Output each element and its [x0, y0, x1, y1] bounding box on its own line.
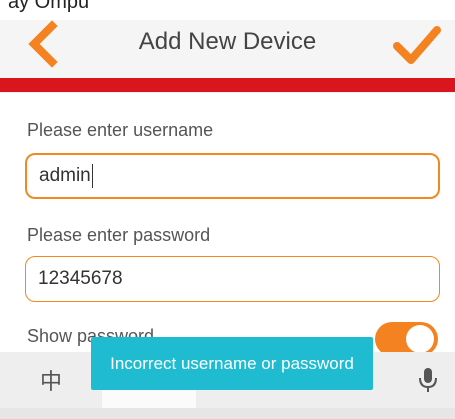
microphone-icon: [418, 368, 437, 392]
microphone-button[interactable]: [400, 352, 455, 408]
app-bar: ay Ompu Add New Device: [0, 0, 455, 92]
keyboard-key-chinese[interactable]: 中: [0, 352, 102, 408]
confirm-button[interactable]: [389, 18, 445, 68]
error-toast: Incorrect username or password: [91, 337, 373, 390]
username-field[interactable]: admin: [25, 153, 440, 199]
checkmark-icon: [393, 26, 441, 64]
show-password-toggle[interactable]: [375, 322, 438, 356]
password-label: Please enter password: [27, 225, 211, 245]
toggle-knob: [406, 325, 434, 353]
text-caret: [91, 164, 93, 188]
divider: [0, 92, 455, 93]
status-bar: ay Ompu: [0, 0, 455, 20]
username-value: admin: [39, 165, 91, 186]
keyboard-bottom-strip: [0, 408, 455, 419]
password-value: 12345678: [38, 268, 123, 289]
password-field[interactable]: 12345678: [25, 256, 440, 302]
status-bar-text: ay Ompu: [8, 0, 90, 13]
username-label: Please enter username: [27, 120, 214, 140]
page-title: Add New Device: [138, 28, 317, 55]
header-accent-bar: [0, 78, 455, 92]
